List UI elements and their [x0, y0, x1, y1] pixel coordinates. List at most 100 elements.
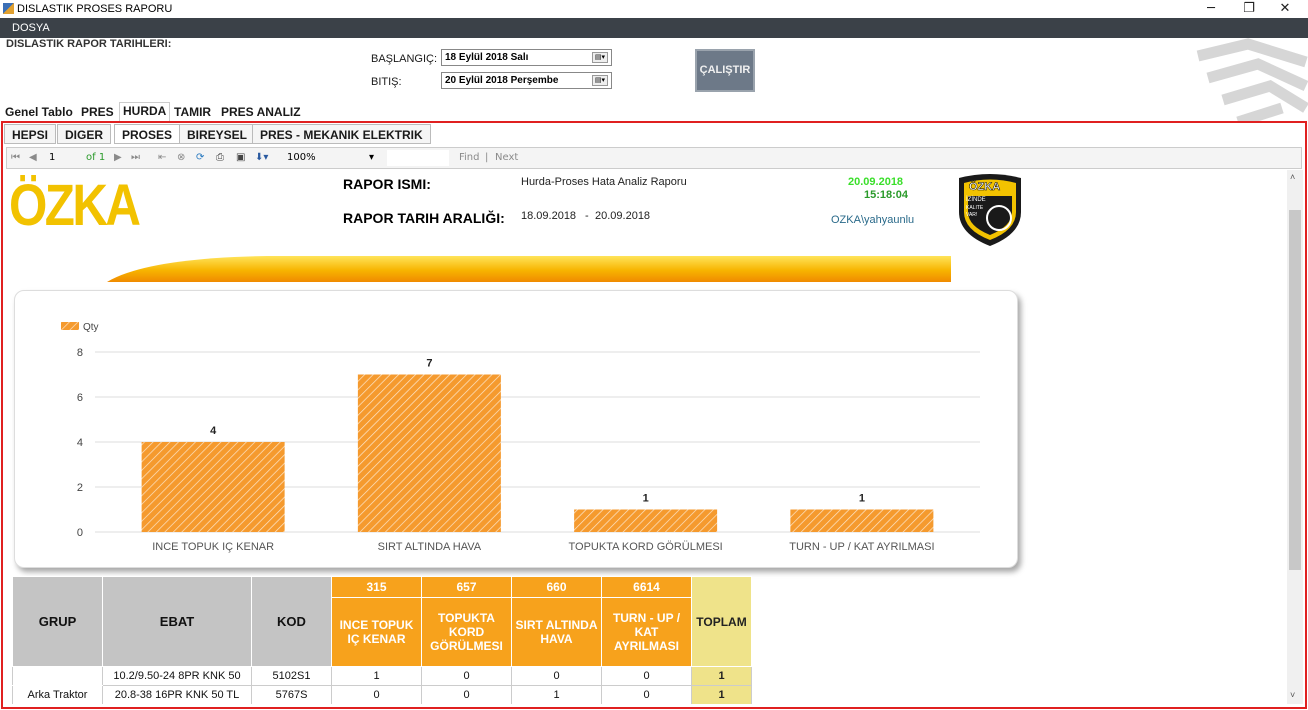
- tab-proses[interactable]: PROSES: [114, 124, 181, 144]
- defect-code: 660: [511, 576, 602, 598]
- app-icon: [3, 3, 14, 14]
- cell-value: 1: [331, 666, 422, 686]
- cell-value: 0: [421, 666, 512, 686]
- defect-name: INCE TOPUK IÇ KENAR: [331, 597, 422, 667]
- x-tick-label: TOPUKTA KORD GÖRÜLMESI: [569, 541, 723, 553]
- quality-badge: ÖZKA İZİNDE KALITE VAR!: [955, 172, 1025, 248]
- tab-genel-tablo[interactable]: Genel Tablo: [2, 104, 76, 120]
- page-count: of 1: [86, 152, 106, 163]
- cell-value: 0: [601, 666, 692, 686]
- report-time: 15:18:04: [864, 189, 909, 201]
- cell-grup: [12, 666, 103, 686]
- start-date-label: BAŞLANGIÇ:: [371, 53, 438, 65]
- cell-value: 0: [421, 685, 512, 704]
- refresh-icon[interactable]: ⟳: [196, 152, 204, 163]
- end-date-value: 20 Eylül 2018 Perşembe: [445, 75, 559, 86]
- find-input[interactable]: [387, 150, 449, 166]
- x-tick-label: TURN - UP / KAT AYRILMASI: [789, 541, 934, 553]
- defect-code: 315: [331, 576, 422, 598]
- print-icon[interactable]: ⎙: [216, 152, 224, 163]
- cell-ebat: 20.8-38 16PR KNK 50 TL: [102, 685, 252, 704]
- cell-value: 1: [511, 685, 602, 704]
- header-toplam: TOPLAM: [691, 576, 752, 667]
- bar-value-label: 1: [859, 493, 865, 505]
- scroll-down-icon[interactable]: ˅: [1290, 690, 1295, 700]
- end-date-picker[interactable]: 20 Eylül 2018 Perşembe ▤▾: [441, 72, 612, 89]
- bar: [141, 442, 285, 532]
- zoom-select[interactable]: 100% ▾: [287, 152, 383, 163]
- close-button[interactable]: ✕: [1262, 0, 1308, 18]
- title-bar: DISLASTIK PROSES RAPORU ─ ❐ ✕: [0, 0, 1308, 18]
- scroll-up-icon[interactable]: ˄: [1290, 172, 1295, 182]
- badge-title: ÖZKA: [969, 181, 1001, 194]
- cell-grup: Arka Traktor: [12, 685, 103, 704]
- bar: [574, 509, 718, 532]
- header-swoosh: [107, 256, 951, 282]
- calendar-dropdown-icon[interactable]: ▤▾: [592, 75, 608, 86]
- header-kod: KOD: [251, 576, 332, 667]
- badge-sub2: KALITE: [966, 205, 984, 211]
- vertical-scrollbar[interactable]: ˄ ˅: [1287, 170, 1303, 704]
- toolbar-separator: |: [485, 152, 489, 163]
- report-name-value: Hurda-Proses Hata Analiz Raporu: [521, 176, 687, 188]
- range-to: 20.09.2018: [595, 210, 651, 222]
- header-grup: GRUP: [12, 576, 103, 667]
- cell-ebat: 10.2/9.50-24 8PR KNK 50: [102, 666, 252, 686]
- cell-value: 0: [601, 685, 692, 704]
- tab-diger[interactable]: DIGER: [57, 124, 112, 144]
- menu-file[interactable]: DOSYA: [12, 22, 50, 34]
- first-page-icon[interactable]: ⏮: [11, 152, 20, 163]
- tab-bireysel[interactable]: BIREYSEL: [179, 124, 256, 144]
- header-ebat: EBAT: [102, 576, 252, 667]
- cell-value: 0: [511, 666, 602, 686]
- scrollbar-thumb[interactable]: [1289, 210, 1301, 570]
- table-row: Arka Traktor 20.8-38 16PR KNK 50 TL 5767…: [12, 685, 752, 704]
- window-title: DISLASTIK PROSES RAPORU: [17, 3, 173, 15]
- print-layout-icon[interactable]: ▣: [236, 152, 245, 163]
- report-name-label: RAPOR ISMI:: [343, 176, 431, 192]
- next-link[interactable]: Next: [495, 152, 518, 163]
- bar-value-label: 1: [643, 493, 649, 505]
- page-number-input[interactable]: 1: [49, 152, 55, 163]
- defect-name: TOPUKTA KORD GÖRÜLMESI: [421, 597, 512, 667]
- tab-tamir[interactable]: TAMIR: [171, 104, 214, 120]
- chart-panel: 0 2 4 6 8 Qty 4 INCE TOPUK IÇ KENAR 7 SIRT ALTIND…: [14, 290, 1018, 568]
- report-user: OZKA\yahyaunlu: [831, 214, 915, 226]
- cell-kod: 5767S: [251, 685, 332, 704]
- y-tick-label: 6: [77, 392, 83, 404]
- find-link[interactable]: Find: [459, 152, 480, 163]
- report-toolbar: ⏮ ◀ 1 of 1 ▶ ⏭ ⇤ ⊗ ⟳ ⎙ ▣ ⬇▾ 100% ▾ Find |…: [6, 147, 1302, 169]
- tab-pres-mekanik-elektrik[interactable]: PRES - MEKANIK ELEKTRIK: [252, 124, 431, 144]
- tab-hepsi[interactable]: HEPSI: [4, 124, 57, 144]
- back-icon[interactable]: ⇤: [158, 152, 166, 163]
- bar: [790, 509, 934, 532]
- menu-bar: DOSYA: [0, 18, 1308, 38]
- ozka-logo: ÖZKA: [9, 173, 141, 238]
- report-range-label: RAPOR TARIH ARALIĞI:: [343, 210, 505, 226]
- run-button[interactable]: ÇALIŞTIR: [695, 49, 755, 92]
- range-from: 18.09.2018: [521, 210, 577, 222]
- start-date-picker[interactable]: 18 Eylül 2018 Salı ▤▾: [441, 49, 612, 66]
- x-tick-label: INCE TOPUK IÇ KENAR: [152, 541, 274, 553]
- defect-code: 657: [421, 576, 512, 598]
- badge-sub3: VAR!: [966, 212, 978, 218]
- cell-total: 1: [691, 685, 752, 704]
- bar-value-label: 4: [210, 425, 217, 437]
- next-page-icon[interactable]: ▶: [114, 152, 122, 163]
- export-icon[interactable]: ⬇▾: [255, 152, 268, 163]
- defect-code: 6614: [601, 576, 692, 598]
- stop-icon[interactable]: ⊗: [177, 152, 185, 163]
- tab-hurda[interactable]: HURDA: [119, 102, 171, 121]
- parameters-panel: DISLASTIK RAPOR TARIHLERI: BAŞLANGIÇ: 18…: [0, 38, 1308, 122]
- end-date-label: BITIŞ:: [371, 76, 402, 88]
- previous-page-icon[interactable]: ◀: [29, 152, 37, 163]
- bar: [357, 374, 501, 532]
- tab-pres-analiz[interactable]: PRES ANALIZ: [218, 104, 304, 120]
- legend-label: Qty: [83, 322, 99, 333]
- tab-pres[interactable]: PRES: [78, 104, 117, 120]
- x-tick-label: SIRT ALTINDA HAVA: [378, 541, 482, 553]
- defect-name: SIRT ALTINDA HAVA: [511, 597, 602, 667]
- cell-kod: 5102S1: [251, 666, 332, 686]
- calendar-dropdown-icon[interactable]: ▤▾: [592, 52, 608, 63]
- last-page-icon[interactable]: ⏭: [131, 152, 140, 163]
